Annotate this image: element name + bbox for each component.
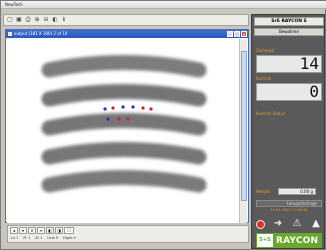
nav-info: Lv 1 Pr 1 Zr 1 Line 9 Hight 0 xyxy=(11,236,76,240)
document-icon xyxy=(8,32,12,36)
weight-row: Weight 0.00 g xyxy=(256,188,316,195)
window-controls: – ▢ × xyxy=(227,31,247,37)
navigation-bar: ◂ ▾ ✕ ≡ ◧ ◨ 10 Lv 1 Pr 1 Zr 1 Line 9 Hig… xyxy=(7,225,249,243)
logo-badge: S+S xyxy=(257,234,273,247)
nav-info-item: Pr 1 xyxy=(23,236,31,240)
counter-second: 0 xyxy=(256,83,322,101)
control-panel: SrS RAYCON S Bewahren Zeitstuck 14 Kontr… xyxy=(251,14,325,249)
nav-info-item: Lv 1 xyxy=(11,236,19,240)
panel-subtitle-button[interactable]: Bewahren xyxy=(254,28,324,36)
nav-info-item: Line 9 xyxy=(47,236,59,240)
zoom-in-icon[interactable]: ⊕ xyxy=(33,16,41,24)
nav-delete-button[interactable]: ✕ xyxy=(28,227,36,234)
nav-info-item: Zr 1 xyxy=(35,236,43,240)
close-button[interactable]: × xyxy=(241,31,247,37)
weight-label: Weight xyxy=(256,189,270,194)
nav-info-item: Hight 0 xyxy=(63,236,76,240)
timestamp: 14.01.2005 11:28:38 xyxy=(270,208,308,212)
nav-buttons: ◂ ▾ ✕ ≡ ◧ ◨ 10 xyxy=(10,227,74,234)
brand-logo: S+S RAYCON xyxy=(256,233,322,248)
image-window-title-bar: output (381 X 300) 2 of 10 – ▢ × xyxy=(6,30,248,38)
image-window: output (381 X 300) 2 of 10 – ▢ × xyxy=(5,29,249,223)
print-icon[interactable]: ⎙ xyxy=(24,16,32,24)
app-title: NewTech xyxy=(5,2,23,7)
logo-text: RAYCON xyxy=(276,235,319,246)
vertical-scrollbar[interactable] xyxy=(239,39,247,223)
open-icon[interactable]: ▣ xyxy=(15,16,23,24)
network-icon[interactable]: ⚠ xyxy=(291,218,303,230)
maximize-button[interactable]: ▢ xyxy=(234,31,240,37)
weight-value: 0.00 g xyxy=(277,188,316,195)
zoom-out-icon[interactable]: ⊖ xyxy=(42,16,50,24)
arrow-right-icon[interactable]: ➜ xyxy=(272,218,284,230)
counter-label-top: Zeitstuck xyxy=(256,48,275,53)
xray-image-area[interactable] xyxy=(7,39,239,223)
image-window-title: output (381 X 300) 2 of 10 xyxy=(14,31,68,36)
stop-icon[interactable] xyxy=(256,219,265,229)
nav-list-button[interactable]: ≡ xyxy=(37,227,45,234)
nav-right-button[interactable]: ◨ xyxy=(55,227,63,234)
xray-image xyxy=(41,55,207,193)
scrollbar-thumb[interactable] xyxy=(241,51,247,201)
nav-down-button[interactable]: ▾ xyxy=(19,227,27,234)
minimize-button[interactable]: – xyxy=(227,31,233,37)
status-label: Kontroll Status xyxy=(256,111,286,116)
warning-icon[interactable]: ▲ xyxy=(310,218,322,230)
action-icons: ➜ ⚠ ▲ xyxy=(256,217,322,231)
request-button[interactable]: Fotogs/Anfrage xyxy=(256,200,322,207)
application-window: NewTech ▢ ▣ ⎙ ⊕ ⊖ ◐ ℹ output (381 X 300)… xyxy=(0,0,326,250)
contrast-icon[interactable]: ◐ xyxy=(51,16,59,24)
new-icon[interactable]: ▢ xyxy=(6,16,14,24)
panel-title: SrS RAYCON S xyxy=(254,17,324,26)
toolbar: ▢ ▣ ⎙ ⊕ ⊖ ◐ ℹ xyxy=(3,14,249,26)
counter-top: 14 xyxy=(256,55,322,73)
counter-label-second: Kontroll xyxy=(256,76,272,81)
nav-page-field[interactable]: 10 xyxy=(64,227,74,234)
nav-left-button[interactable]: ◧ xyxy=(46,227,54,234)
info-icon[interactable]: ℹ xyxy=(60,16,68,24)
app-title-bar: NewTech xyxy=(1,1,326,9)
nav-prev-button[interactable]: ◂ xyxy=(10,227,18,234)
